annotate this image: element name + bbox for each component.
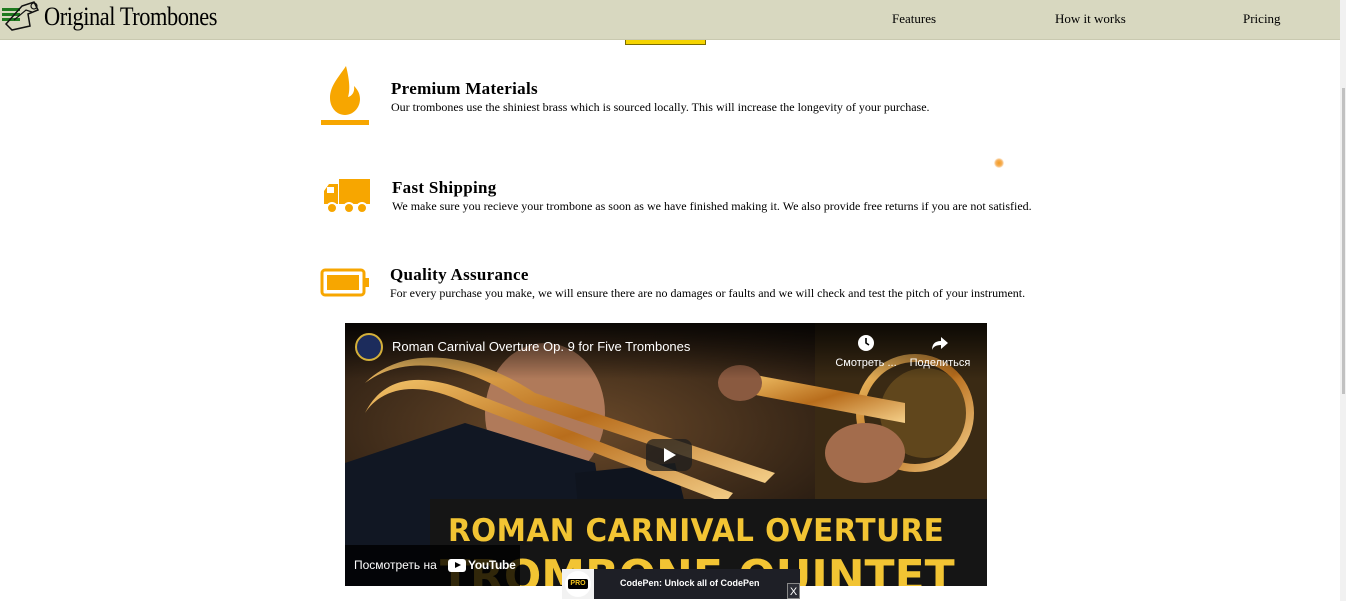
video-embed[interactable]: Roman Carnival Overture Op. 9 for Five T… <box>345 323 987 586</box>
feature-title-shipping: Fast Shipping <box>392 178 497 197</box>
pro-badge-label: PRO <box>568 579 588 589</box>
email-form-strip <box>625 40 706 45</box>
feature-text-premium: Our trombones use the shiniest brass whi… <box>391 100 930 114</box>
share-label: Поделиться <box>909 357 971 369</box>
share-button[interactable]: Поделиться <box>906 333 974 369</box>
video-title[interactable]: Roman Carnival Overture Op. 9 for Five T… <box>392 339 690 354</box>
truck-icon <box>324 179 370 214</box>
codepen-pro-bar[interactable]: PRO CodePen: Unlock all of CodePen X <box>562 569 800 599</box>
feature-title-premium: Premium Materials <box>391 79 538 98</box>
site-header: Original Trombones Features How it works… <box>0 0 1340 40</box>
nav-features[interactable]: Features <box>892 11 936 27</box>
feature-title-quality: Quality Assurance <box>390 265 529 284</box>
share-icon <box>932 337 948 350</box>
watch-on-youtube-button[interactable]: Посмотреть на YouTube <box>345 545 520 586</box>
pro-bar-text[interactable]: CodePen: Unlock all of CodePen <box>620 578 760 588</box>
clock-icon <box>858 335 874 351</box>
logo-text: Original Trombones <box>44 2 218 31</box>
nav-how-it-works[interactable]: How it works <box>1055 11 1126 27</box>
scrollbar[interactable] <box>1340 0 1346 601</box>
battery-icon <box>320 268 369 297</box>
youtube-logo: YouTube <box>448 558 516 572</box>
youtube-text: YouTube <box>468 558 516 572</box>
watch-on-label: Посмотреть на <box>354 558 437 572</box>
decorative-dot <box>994 158 1004 168</box>
pro-badge-icon: PRO <box>565 571 591 597</box>
channel-avatar[interactable] <box>355 333 383 361</box>
watch-later-button[interactable]: Смотреть ... <box>832 333 900 369</box>
banner-title: ROMAN CARNIVAL OVERTURE <box>448 513 945 549</box>
play-button[interactable] <box>646 439 692 471</box>
feature-text-quality: For every purchase you make, we will ens… <box>390 286 1026 300</box>
trombone-logo-icon <box>2 1 40 31</box>
watch-later-label: Смотреть ... <box>835 357 897 369</box>
scrollbar-thumb[interactable] <box>1342 88 1345 394</box>
close-button[interactable]: X <box>787 583 800 599</box>
nav-pricing[interactable]: Pricing <box>1243 11 1281 27</box>
youtube-play-icon <box>448 558 466 572</box>
feature-text-shipping: We make sure you recieve your trombone a… <box>392 199 1032 213</box>
flame-icon <box>321 66 369 125</box>
